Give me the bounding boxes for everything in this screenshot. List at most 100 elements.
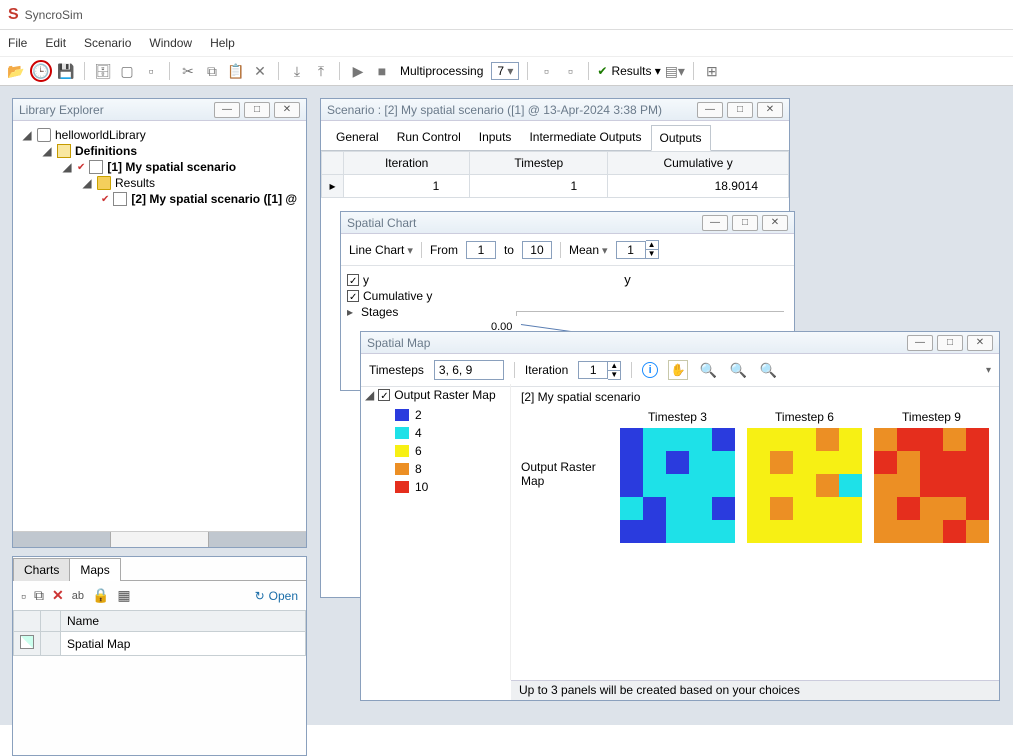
minimize-button[interactable]: —: [702, 215, 728, 231]
expand-icon[interactable]: ◢: [61, 160, 73, 174]
cell-cumulative-y: 18.9014: [608, 175, 789, 198]
raster-map[interactable]: [874, 428, 989, 543]
tree-node-results[interactable]: Results: [115, 176, 155, 190]
library-tree[interactable]: ◢helloworldLibrary ◢Definitions ◢✔[1] My…: [13, 121, 306, 547]
tree-node-scenario-1[interactable]: [1] My spatial scenario: [107, 160, 236, 174]
mean-spinner[interactable]: 1▲▼: [616, 240, 659, 259]
zoom-fit-icon[interactable]: 🔍: [758, 362, 778, 379]
maximize-button[interactable]: □: [244, 102, 270, 118]
legend-header[interactable]: Output Raster Map: [394, 388, 495, 402]
multiprocessing-value[interactable]: 7 ▾: [491, 62, 519, 80]
tree-node-scenario-2[interactable]: [2] My spatial scenario ([1] @: [131, 192, 297, 206]
rename-map-icon[interactable]: ab: [72, 590, 84, 602]
results-dropdown[interactable]: Results ▾: [611, 64, 660, 78]
menu-file[interactable]: File: [8, 36, 27, 50]
new-doc-icon[interactable]: ▫: [141, 61, 161, 81]
checkbox-y[interactable]: [347, 274, 359, 286]
collapse-icon[interactable]: ◢: [365, 388, 374, 402]
copy-map-icon[interactable]: ⧉: [34, 587, 44, 604]
iteration-spinner[interactable]: 1▲▼: [578, 361, 621, 380]
tab-run-control[interactable]: Run Control: [388, 124, 470, 150]
tab-charts[interactable]: Charts: [13, 558, 70, 581]
expand-icon[interactable]: ◢: [21, 128, 33, 142]
map-name-cell[interactable]: Spatial Map: [61, 632, 306, 656]
expand-stages-icon[interactable]: ▸: [347, 305, 357, 319]
copy-icon[interactable]: ▢: [117, 61, 137, 81]
tab-intermediate-outputs[interactable]: Intermediate Outputs: [520, 124, 650, 150]
tree-node-library[interactable]: helloworldLibrary: [55, 128, 146, 142]
delete-map-icon[interactable]: ✕: [52, 587, 64, 604]
tab-outputs[interactable]: Outputs: [651, 125, 711, 151]
results-filter-icon[interactable]: ▤▾: [665, 61, 685, 81]
open-map-button[interactable]: ↻Open: [255, 589, 298, 603]
zoom-out-icon[interactable]: 🔍: [698, 362, 718, 379]
grid-icon[interactable]: ▦: [117, 587, 130, 604]
paste-icon[interactable]: 📋: [226, 61, 246, 81]
close-button[interactable]: ✕: [274, 102, 300, 118]
export-icon[interactable]: ⤒: [311, 61, 331, 81]
cut-icon[interactable]: ✂: [178, 61, 198, 81]
run-circled-icon[interactable]: 🕒: [30, 60, 52, 82]
legend-stages[interactable]: Stages: [361, 305, 398, 319]
row-header[interactable]: [14, 632, 41, 656]
maximize-button[interactable]: □: [937, 335, 963, 351]
col-name: Name: [61, 611, 306, 632]
close-button[interactable]: ✕: [762, 215, 788, 231]
import-icon[interactable]: ⤓: [287, 61, 307, 81]
tab-maps[interactable]: Maps: [69, 558, 120, 581]
raster-map[interactable]: [747, 428, 862, 543]
timesteps-input[interactable]: 3, 6, 9: [434, 360, 504, 380]
minimize-button[interactable]: —: [697, 102, 723, 118]
from-input[interactable]: 1: [466, 241, 496, 259]
layout-icon[interactable]: ⊞: [702, 61, 722, 81]
maps-grid[interactable]: Name Spatial Map: [13, 610, 306, 656]
doc1-icon[interactable]: ▫: [536, 61, 556, 81]
main-toolbar: 📂 🕒 💾 🗄 ▢ ▫ ✂ ⧉ 📋 ✕ ⤓ ⤒ ▶ ■ Multiprocess…: [0, 56, 1013, 86]
minimize-button[interactable]: —: [907, 335, 933, 351]
open-icon[interactable]: 📂: [6, 61, 26, 81]
horizontal-scrollbar[interactable]: [13, 531, 306, 547]
delete-icon[interactable]: ✕: [250, 61, 270, 81]
outputs-grid[interactable]: IterationTimestepCumulative y ▸1118.9014: [321, 151, 789, 198]
tab-general[interactable]: General: [327, 124, 388, 150]
zoom-in-icon[interactable]: 🔍: [728, 362, 748, 379]
checkbox-cumulative-y[interactable]: [347, 290, 359, 302]
dropdown-arrow-icon[interactable]: ▾: [986, 365, 991, 376]
lock-icon[interactable]: 🔒: [92, 587, 109, 604]
toolbar-sep: [84, 62, 85, 80]
mean-dropdown[interactable]: Mean: [569, 243, 608, 257]
checkbox-output-raster[interactable]: [378, 389, 390, 401]
to-input[interactable]: 10: [522, 241, 552, 259]
doc2-icon[interactable]: ▫: [560, 61, 580, 81]
expand-icon[interactable]: ◢: [81, 176, 93, 190]
map-row-label: Output Raster Map: [521, 410, 610, 488]
menu-window[interactable]: Window: [149, 36, 192, 50]
menu-scenario[interactable]: Scenario: [84, 36, 131, 50]
maximize-button[interactable]: □: [727, 102, 753, 118]
tree-node-definitions[interactable]: Definitions: [75, 144, 137, 158]
close-button[interactable]: ✕: [967, 335, 993, 351]
maximize-button[interactable]: □: [732, 215, 758, 231]
close-button[interactable]: ✕: [757, 102, 783, 118]
stop-icon[interactable]: ■: [372, 61, 392, 81]
tab-inputs[interactable]: Inputs: [470, 124, 521, 150]
play-icon[interactable]: ▶: [348, 61, 368, 81]
row-selector[interactable]: ▸: [322, 175, 344, 198]
database-icon: [37, 128, 51, 142]
col-iteration: Iteration: [344, 152, 470, 175]
new-map-icon[interactable]: ▫: [21, 588, 26, 604]
raster-map[interactable]: [620, 428, 735, 543]
info-icon[interactable]: i: [642, 362, 658, 378]
map-timestep-title: Timestep 6: [747, 410, 862, 424]
menu-edit[interactable]: Edit: [45, 36, 66, 50]
expand-icon[interactable]: ◢: [41, 144, 53, 158]
legend-y[interactable]: y: [363, 273, 369, 287]
line-chart-dropdown[interactable]: Line Chart: [349, 243, 413, 257]
minimize-button[interactable]: —: [214, 102, 240, 118]
save-icon[interactable]: 💾: [56, 61, 76, 81]
menu-help[interactable]: Help: [210, 36, 235, 50]
legend-cumulative-y[interactable]: Cumulative y: [363, 289, 432, 303]
db-icon[interactable]: 🗄: [93, 61, 113, 81]
pan-icon[interactable]: ✋: [668, 360, 688, 380]
copy2-icon[interactable]: ⧉: [202, 61, 222, 81]
